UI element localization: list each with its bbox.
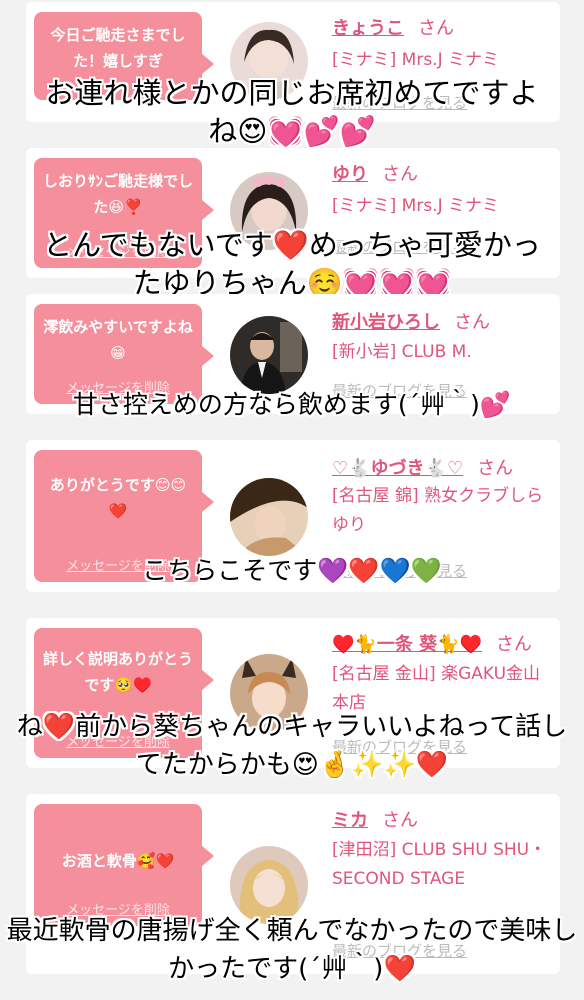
shop-link[interactable]: [ミナミ] Mrs.J ミナミ: [332, 192, 550, 221]
message-bubble: お酒と軟骨🥰❤️ メッセージを削除: [34, 804, 214, 926]
caption-text: こちらこそです💜❤️💙💚: [142, 556, 442, 585]
message-text: 澪飲みやすいですよね😁: [43, 318, 193, 362]
user-name: ミカ さん: [332, 806, 418, 832]
name-suffix: さん: [454, 312, 490, 333]
avatar[interactable]: [230, 478, 308, 556]
shop-link[interactable]: [津田沼] CLUB SHU SHU・SECOND STAGE: [332, 836, 550, 894]
caption-text: 最近軟骨の唐揚げ全く頼んでなかったので美味しかったです(´艸｀)❤️: [6, 916, 578, 984]
user-name-link[interactable]: きょうこ: [332, 18, 404, 39]
user-name-link[interactable]: ゆり: [332, 164, 368, 185]
user-name: ♥️🐈一条 葵🐈♥️ さん: [332, 630, 532, 656]
name-suffix: さん: [382, 164, 418, 185]
user-name: ゆり さん: [332, 160, 418, 186]
message-text: 今日ご馳走さまでした！嬉しすぎ: [50, 26, 186, 70]
message-text: しおりｻﾝご馳走様でした😆❣️: [42, 172, 193, 216]
name-suffix: さん: [495, 634, 532, 655]
avatar[interactable]: [230, 316, 308, 394]
name-suffix: さん: [477, 458, 514, 479]
message-text: お酒と軟骨🥰❤️: [61, 852, 175, 870]
caption-text: ね❤️前から葵ちゃんのキャラいいよねって話してたからかも😍🤞✨✨❤️: [16, 712, 568, 780]
shop-link[interactable]: [ミナミ] Mrs.J ミナミ: [332, 46, 550, 75]
user-name-link[interactable]: ミカ: [332, 810, 368, 831]
caption-text: とんでもないです❤️めっちゃ可愛かったゆりちゃん☺️💓💓💓: [43, 228, 541, 300]
name-suffix: さん: [382, 810, 418, 831]
user-name: きょうこ さん: [332, 14, 454, 40]
shop-link[interactable]: [新小岩] CLUB M.: [332, 338, 550, 367]
caption-text: お連れ様とかの同じお席初めてですよね😍💓💕💕: [45, 76, 539, 148]
user-name-link[interactable]: ♡🐇ゆづき🐇♡: [332, 458, 463, 479]
user-name: ♡🐇ゆづき🐇♡ さん: [332, 454, 513, 480]
shop-link[interactable]: [名古屋 錦] 熟女クラブしらゆり: [332, 482, 550, 540]
user-name: 新小岩ひろし さん: [332, 308, 490, 334]
name-suffix: さん: [418, 18, 454, 39]
caption-text: 甘さ控えめの方なら飲めます(´艸｀)💕: [72, 390, 512, 419]
message-text: 詳しく説明ありがとうです🥺♥️: [42, 650, 193, 694]
user-name-link[interactable]: 新小岩ひろし: [332, 312, 440, 333]
user-name-link[interactable]: ♥️🐈一条 葵🐈♥️: [332, 634, 482, 655]
message-text: ありがとうです😊😊❤️: [49, 476, 187, 520]
